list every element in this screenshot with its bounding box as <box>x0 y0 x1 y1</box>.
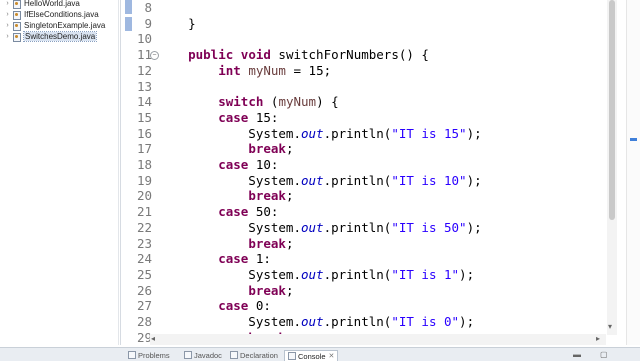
line-number: 28 <box>136 314 152 329</box>
line-number: 19 <box>136 172 152 188</box>
line-number: 10 <box>136 31 152 47</box>
line-number: 16 <box>136 125 152 141</box>
code-line[interactable]: public void switchForNumbers() { <box>158 47 429 63</box>
expand-icon[interactable]: › <box>4 33 11 40</box>
line-number: 26 <box>136 282 152 298</box>
minimize-icon[interactable]: ▬ <box>573 350 581 359</box>
code-line[interactable]: int myNum = 15; <box>158 63 331 79</box>
line-number: 20 <box>136 188 152 204</box>
code-line[interactable]: System.out.println("IT is 1"); <box>158 267 474 283</box>
change-marker <box>125 17 132 31</box>
java-file-icon <box>13 21 21 31</box>
code-line[interactable]: System.out.println("IT is 10"); <box>158 173 481 189</box>
java-file-icon <box>13 10 21 20</box>
maximize-icon[interactable]: ▢ <box>600 350 608 359</box>
close-icon[interactable]: ✕ <box>329 352 335 360</box>
tab-javadoc[interactable]: Javadoc <box>184 350 222 360</box>
expand-icon[interactable]: › <box>4 22 11 29</box>
code-line[interactable]: } <box>158 16 196 32</box>
tab-label: Javadoc <box>194 350 222 360</box>
overview-ruler-mark[interactable] <box>630 138 637 141</box>
file-item[interactable]: › IfElseConditions.java <box>4 9 99 20</box>
tab-label: Problems <box>138 350 170 360</box>
line-number: 25 <box>136 266 152 282</box>
java-file-icon <box>13 32 21 42</box>
problems-icon <box>128 351 136 359</box>
code-line[interactable]: case 15: <box>158 110 278 126</box>
line-number: 22 <box>136 219 152 235</box>
line-number: 14 <box>136 94 152 110</box>
tab-console[interactable]: Console ✕ <box>284 350 339 361</box>
code-line[interactable]: switch (myNum) { <box>158 94 338 110</box>
code-line[interactable]: break; <box>158 283 293 299</box>
code-line[interactable]: case 10: <box>158 157 278 173</box>
code-line[interactable]: System.out.println("IT is 50"); <box>158 220 481 236</box>
file-item[interactable]: › SingletonExample.java <box>4 20 105 31</box>
code-line[interactable]: break; <box>158 188 293 204</box>
line-number: 12 <box>136 62 152 78</box>
file-name: SingletonExample.java <box>24 21 106 30</box>
expand-icon[interactable]: › <box>4 0 11 7</box>
line-number: 15 <box>136 109 152 125</box>
vertical-scroll-thumb[interactable] <box>609 0 615 220</box>
file-item-selected[interactable]: › SwitchesDemo.java <box>4 31 98 42</box>
line-number: 8 <box>144 0 152 15</box>
code-line[interactable]: case 1: <box>158 251 271 267</box>
line-number: 13 <box>136 78 152 94</box>
annotation-strip <box>124 0 134 345</box>
file-name: IfElseConditions.java <box>24 10 99 19</box>
code-line[interactable]: case 0: <box>158 298 271 314</box>
package-explorer: › HelloWorld.java › IfElseConditions.jav… <box>0 0 119 345</box>
scroll-right-arrow-icon[interactable]: ▸ <box>596 334 600 343</box>
file-name: SwitchesDemo.java <box>22 31 98 42</box>
change-marker <box>125 0 132 14</box>
code-line[interactable]: System.out.println("IT is 0"); <box>158 314 474 330</box>
scroll-left-arrow-icon[interactable]: ◂ <box>151 334 155 343</box>
console-icon <box>288 352 296 360</box>
line-number: 21 <box>136 204 152 220</box>
file-name: HelloWorld.java <box>24 0 80 8</box>
line-number: 23 <box>136 235 152 251</box>
file-item[interactable]: › HelloWorld.java <box>4 0 80 9</box>
tab-label: Declaration <box>240 350 278 360</box>
tab-label: Console <box>298 351 326 361</box>
code-line[interactable]: break; <box>158 141 293 157</box>
line-number: 9 <box>144 15 152 31</box>
overview-ruler[interactable] <box>626 0 640 345</box>
line-number: 27 <box>136 298 152 314</box>
java-file-icon <box>13 0 21 9</box>
code-line[interactable]: case 50: <box>158 204 278 220</box>
javadoc-icon <box>184 351 192 359</box>
code-line[interactable]: System.out.println("IT is 15"); <box>158 126 481 142</box>
tab-problems[interactable]: Problems <box>128 350 170 360</box>
tab-declaration[interactable]: Declaration <box>230 350 278 360</box>
line-number: 18 <box>136 157 152 172</box>
scroll-down-arrow-icon[interactable]: ▾ <box>608 322 612 331</box>
horizontal-scrollbar[interactable] <box>150 334 606 345</box>
expand-icon[interactable]: › <box>4 11 11 18</box>
code-line[interactable]: break; <box>158 236 293 252</box>
line-number: 17 <box>136 141 152 157</box>
declaration-icon <box>230 351 238 359</box>
line-number: 24 <box>136 251 152 267</box>
